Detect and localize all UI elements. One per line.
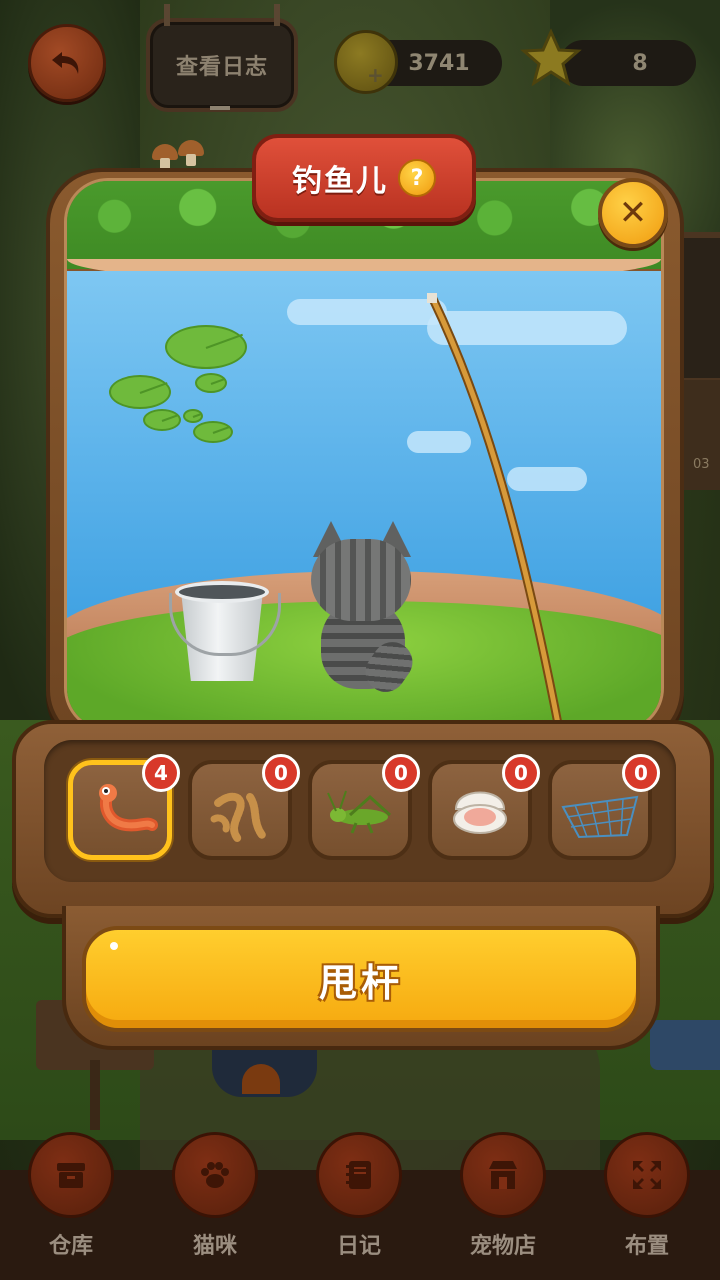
bucket [169,581,281,681]
view-log-label: 查看日志 [175,55,268,80]
help-icon[interactable]: ? [398,159,436,197]
nav-diary[interactable]: 日记 [314,1132,404,1272]
back-arrow-icon [52,52,79,74]
coin-count: 3741 [408,50,470,76]
nav-storage-label: 仓库 [48,1234,93,1259]
fishing-scene [64,178,664,732]
bait-count-badge: 0 [382,754,420,792]
lily-pad [193,421,233,443]
nav-pet-shop[interactable]: 宠物店 [456,1132,550,1272]
star-count: 8 [632,50,648,76]
nav-pet-shop-label: 宠物店 [469,1234,536,1259]
back-button[interactable] [28,24,106,102]
view-log-button[interactable]: 查看日志 [146,4,298,112]
modal-title: 钓鱼儿 [292,164,388,199]
close-icon: ✕ [618,193,648,233]
nav-cats-label: 猫咪 [192,1234,237,1259]
bait-count-badge: 4 [142,754,180,792]
notebook-icon [346,1161,371,1189]
lily-pad [165,325,247,369]
star-icon [520,28,582,87]
nav-arrange[interactable]: 布置 [602,1132,692,1272]
nav-diary-label: 日记 [336,1234,381,1259]
lily-pad [109,375,171,409]
cast-button[interactable]: 甩杆 [82,926,640,1032]
bait-count-badge: 0 [502,754,540,792]
cast-button-label: 甩杆 [318,960,403,1005]
background-cat-tower-door [242,1064,280,1094]
close-button[interactable]: ✕ [598,178,668,248]
lily-pad [195,373,227,393]
coin-plus-icon[interactable]: + [334,30,398,94]
storage-box-icon [57,1163,85,1188]
bait-count-badge: 0 [262,754,300,792]
nav-arrange-label: 布置 [624,1234,669,1259]
paw-icon [201,1162,229,1188]
shop-icon [489,1161,517,1189]
arrange-icon [633,1161,661,1189]
mushroom-decoration [152,140,208,170]
cat [307,521,421,700]
nav-cats[interactable]: 猫咪 [170,1132,260,1272]
background-sign-post [90,1060,100,1130]
lily-pad [183,409,203,423]
bait-count-badge: 0 [622,754,660,792]
background-pet-bowl [650,1020,720,1070]
lily-pad [143,409,181,431]
modal-title-plate: 钓鱼儿 ? [252,134,476,222]
background-crate-number: 03 [693,457,710,472]
nav-storage[interactable]: 仓库 [26,1132,116,1272]
